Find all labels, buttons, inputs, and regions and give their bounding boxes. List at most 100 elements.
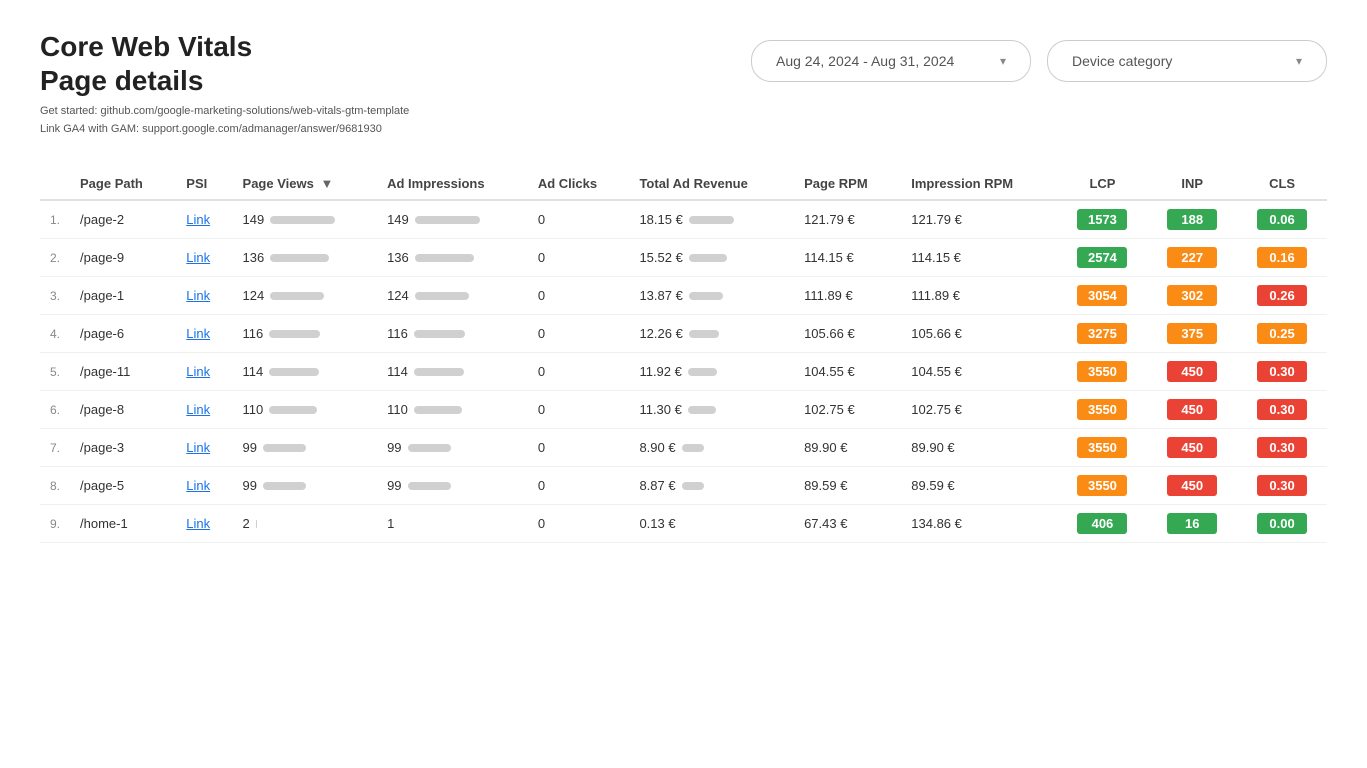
psi-link[interactable]: Link	[186, 288, 210, 303]
table-row: 8. /page-5 Link 99 99 0 8.87 € 89.59 € 8…	[40, 467, 1327, 505]
page-path-cell: /page-6	[70, 315, 176, 353]
inp-cell: 450	[1147, 391, 1237, 429]
lcp-cell: 3550	[1058, 467, 1148, 505]
psi-cell[interactable]: Link	[176, 505, 232, 543]
psi-cell[interactable]: Link	[176, 353, 232, 391]
lcp-value: 1573	[1077, 209, 1127, 230]
total-ad-revenue-value: 18.15 €	[639, 212, 682, 227]
date-filter-dropdown[interactable]: Aug 24, 2024 - Aug 31, 2024 ▾	[751, 40, 1031, 82]
psi-link[interactable]: Link	[186, 516, 210, 531]
page-views-bar	[263, 444, 306, 452]
page-views-bar	[270, 216, 335, 224]
psi-cell[interactable]: Link	[176, 391, 232, 429]
page-views-value: 116	[243, 326, 264, 341]
page-title: Core Web Vitals Page details	[40, 30, 409, 97]
psi-link[interactable]: Link	[186, 212, 210, 227]
row-num: 7.	[40, 429, 70, 467]
total-ad-revenue-cell: 8.87 €	[629, 467, 794, 505]
page-views-cell: 116	[233, 315, 378, 353]
psi-cell[interactable]: Link	[176, 200, 232, 239]
col-header-inp: INP	[1147, 168, 1237, 200]
psi-link[interactable]: Link	[186, 250, 210, 265]
inp-value: 450	[1167, 361, 1217, 382]
lcp-value: 3275	[1077, 323, 1127, 344]
page-views-bar	[270, 292, 324, 300]
col-header-total-ad-revenue: Total Ad Revenue	[629, 168, 794, 200]
psi-cell[interactable]: Link	[176, 467, 232, 505]
table-body: 1. /page-2 Link 149 149 0 18.15 € 121.79…	[40, 200, 1327, 543]
header: Core Web Vitals Page details Get started…	[40, 30, 1327, 138]
col-header-page-views[interactable]: Page Views ▼	[233, 168, 378, 200]
total-ad-revenue-bar	[682, 482, 704, 490]
impression-rpm-cell: 121.79 €	[901, 200, 1057, 239]
total-ad-revenue-bar	[688, 368, 717, 376]
filters: Aug 24, 2024 - Aug 31, 2024 ▾ Device cat…	[751, 40, 1327, 82]
col-header-impression-rpm: Impression RPM	[901, 168, 1057, 200]
ad-impressions-bar	[414, 330, 465, 338]
page-path-cell: /page-3	[70, 429, 176, 467]
ad-impressions-bar	[415, 254, 474, 262]
page-views-cell: 114	[233, 353, 378, 391]
cls-value: 0.06	[1257, 209, 1307, 230]
ad-impressions-cell: 99	[377, 429, 528, 467]
cls-value: 0.30	[1257, 475, 1307, 496]
psi-link[interactable]: Link	[186, 326, 210, 341]
table-row: 6. /page-8 Link 110 110 0 11.30 € 102.75…	[40, 391, 1327, 429]
inp-cell: 450	[1147, 353, 1237, 391]
inp-cell: 16	[1147, 505, 1237, 543]
cls-value: 0.00	[1257, 513, 1307, 534]
lcp-value: 3550	[1077, 437, 1127, 458]
page-views-value: 114	[243, 364, 264, 379]
psi-cell[interactable]: Link	[176, 239, 232, 277]
page-path-cell: /page-11	[70, 353, 176, 391]
page-rpm-cell: 114.15 €	[794, 239, 901, 277]
row-num: 9.	[40, 505, 70, 543]
page-path-cell: /page-1	[70, 277, 176, 315]
cls-cell: 0.30	[1237, 353, 1327, 391]
row-num: 3.	[40, 277, 70, 315]
psi-link[interactable]: Link	[186, 478, 210, 493]
total-ad-revenue-value: 12.26 €	[639, 326, 682, 341]
cls-cell: 0.30	[1237, 467, 1327, 505]
impression-rpm-cell: 89.90 €	[901, 429, 1057, 467]
table-row: 9. /home-1 Link 2 1 0 0.13 € 67.43 € 134…	[40, 505, 1327, 543]
psi-cell[interactable]: Link	[176, 315, 232, 353]
cls-cell: 0.25	[1237, 315, 1327, 353]
total-ad-revenue-cell: 15.52 €	[629, 239, 794, 277]
total-ad-revenue-value: 11.92 €	[639, 364, 681, 379]
data-table-container: Page Path PSI Page Views ▼ Ad Impression…	[40, 168, 1327, 543]
psi-link[interactable]: Link	[186, 402, 210, 417]
psi-cell[interactable]: Link	[176, 277, 232, 315]
ad-impressions-cell: 114	[377, 353, 528, 391]
ad-impressions-value: 110	[387, 402, 408, 417]
psi-cell[interactable]: Link	[176, 429, 232, 467]
lcp-cell: 3550	[1058, 353, 1148, 391]
col-header-ad-clicks: Ad Clicks	[528, 168, 630, 200]
page-views-bar	[263, 482, 306, 490]
psi-link[interactable]: Link	[186, 364, 210, 379]
page-views-bar	[270, 254, 329, 262]
impression-rpm-cell: 102.75 €	[901, 391, 1057, 429]
cls-value: 0.30	[1257, 399, 1307, 420]
total-ad-revenue-cell: 12.26 €	[629, 315, 794, 353]
ad-clicks-cell: 0	[528, 315, 630, 353]
ad-impressions-value: 99	[387, 440, 401, 455]
lcp-cell: 3275	[1058, 315, 1148, 353]
ad-impressions-bar	[408, 482, 451, 490]
ad-impressions-cell: 1	[377, 505, 528, 543]
total-ad-revenue-cell: 0.13 €	[629, 505, 794, 543]
ad-clicks-cell: 0	[528, 239, 630, 277]
inp-cell: 450	[1147, 467, 1237, 505]
page-views-value: 124	[243, 288, 265, 303]
lcp-value: 406	[1077, 513, 1127, 534]
lcp-cell: 3550	[1058, 391, 1148, 429]
table-row: 7. /page-3 Link 99 99 0 8.90 € 89.90 € 8…	[40, 429, 1327, 467]
page-views-cell: 124	[233, 277, 378, 315]
psi-link[interactable]: Link	[186, 440, 210, 455]
cls-value: 0.26	[1257, 285, 1307, 306]
inp-value: 16	[1167, 513, 1217, 534]
device-filter-arrow: ▾	[1296, 54, 1302, 68]
inp-cell: 302	[1147, 277, 1237, 315]
ad-impressions-bar	[408, 444, 451, 452]
device-filter-dropdown[interactable]: Device category ▾	[1047, 40, 1327, 82]
